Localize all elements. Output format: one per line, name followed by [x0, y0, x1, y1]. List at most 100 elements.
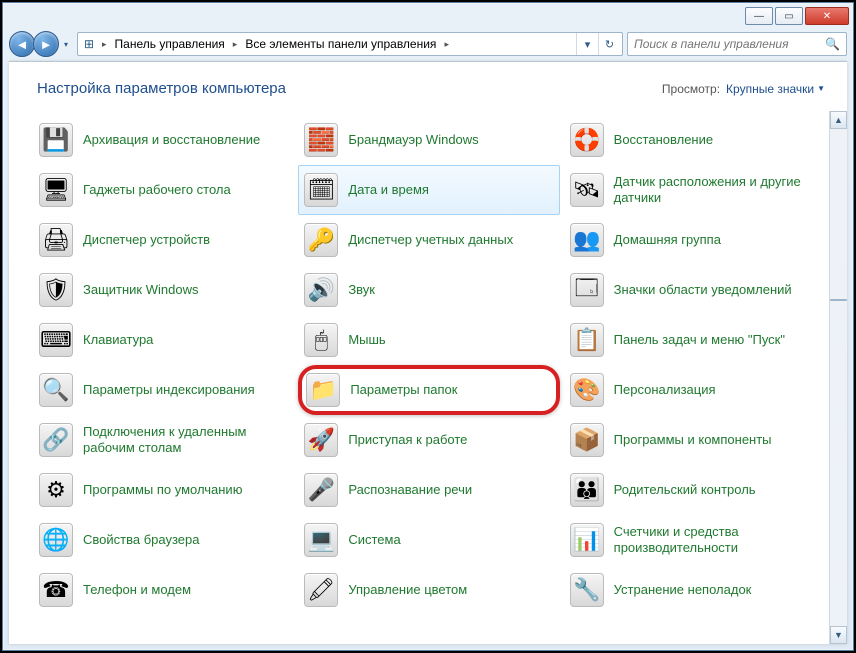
cp-item[interactable]: 🎨Персонализация — [564, 365, 825, 415]
cp-item-icon: 💻 — [304, 523, 338, 557]
back-button[interactable]: ◄ — [9, 31, 35, 57]
address-bar[interactable]: ⊞ ▸ Панель управления ▸ Все элементы пан… — [77, 32, 623, 56]
cp-item[interactable]: 🖱Мышь — [298, 315, 559, 365]
cp-item[interactable]: 🔗 Подключения к удаленным рабочим столам — [33, 415, 294, 465]
cp-item-icon: 🌐 — [39, 523, 73, 557]
search-icon[interactable]: 🔍 — [825, 37, 840, 51]
cp-item[interactable]: 💻 Система — [298, 515, 559, 565]
cp-item-label: Диспетчер устройств — [83, 232, 210, 248]
vertical-scrollbar[interactable]: ▲ ▼ — [829, 111, 847, 644]
cp-item[interactable]: 🗔 Значки области уведомлений — [564, 265, 825, 315]
cp-item-icon: 🗔 — [570, 273, 604, 307]
cp-item[interactable]: 👪Родительский контроль — [564, 465, 825, 515]
cp-item[interactable]: 📁 Параметры папок — [298, 365, 559, 415]
cp-item-label: Программы по умолчанию — [83, 482, 242, 498]
cp-item-icon: 🛰 — [570, 173, 604, 207]
cp-item-label: Значки области уведомлений — [614, 282, 792, 298]
breadcrumb-2[interactable]: Все элементы панели управления — [241, 33, 440, 55]
cp-item[interactable]: 🚀Приступая к работе — [298, 415, 559, 465]
cp-item[interactable]: ☎ Телефон и модем — [33, 565, 294, 615]
cp-item-icon: 🔗 — [39, 423, 73, 457]
chevron-down-icon: ▼ — [817, 84, 825, 93]
scroll-thumb[interactable] — [830, 299, 847, 301]
cp-item[interactable]: 🔍 Параметры индексирования — [33, 365, 294, 415]
cp-item-icon: 🔍 — [39, 373, 73, 407]
view-label: Просмотр: — [662, 82, 720, 96]
titlebar: — ▭ ✕ — [3, 3, 853, 27]
cp-item-icon: ☎ — [39, 573, 73, 607]
cp-item-label: Дата и время — [348, 182, 429, 198]
cp-item-label: Распознавание речи — [348, 482, 472, 498]
cp-item[interactable]: 🖨Диспетчер устройств — [33, 215, 294, 265]
crumb-sep-icon[interactable]: ▸ — [231, 39, 240, 50]
back-forward-group: ◄ ► ▾ — [9, 31, 73, 57]
cp-item-icon: 📁 — [306, 373, 340, 407]
cp-item[interactable]: 🌐 Свойства браузера — [33, 515, 294, 565]
scroll-up-button[interactable]: ▲ — [830, 111, 847, 129]
cp-item-icon: 🔧 — [570, 573, 604, 607]
cp-item[interactable]: 🛟Восстановление — [564, 115, 825, 165]
cp-item-icon: 🧱 — [304, 123, 338, 157]
cp-item-label: Программы и компоненты — [614, 432, 772, 448]
cp-item-label: Клавиатура — [83, 332, 153, 348]
cp-item-icon: 📦 — [570, 423, 604, 457]
cp-item[interactable]: 🔧 Устранение неполадок — [564, 565, 825, 615]
cp-item[interactable]: 🧱Брандмауэр Windows — [298, 115, 559, 165]
cp-item-label: Приступая к работе — [348, 432, 467, 448]
scroll-track[interactable] — [830, 129, 847, 626]
cp-item-label: Система — [348, 532, 400, 548]
cp-item[interactable]: 🎤 Распознавание речи — [298, 465, 559, 515]
cp-item-label: Датчик расположения и другие датчики — [614, 174, 819, 207]
cp-item[interactable]: 📊Счетчики и средства производительности — [564, 515, 825, 565]
cp-item-label: Родительский контроль — [614, 482, 756, 498]
minimize-button[interactable]: — — [745, 7, 773, 25]
cp-item[interactable]: 👥Домашняя группа — [564, 215, 825, 265]
page-title: Настройка параметров компьютера — [37, 80, 662, 97]
cp-item-label: Свойства браузера — [83, 532, 199, 548]
cp-item-icon: 🎨 — [570, 373, 604, 407]
refresh-button[interactable]: ↻ — [598, 33, 620, 55]
content-pane: Настройка параметров компьютера Просмотр… — [9, 61, 847, 644]
cp-item[interactable]: 📋Панель задач и меню "Пуск" — [564, 315, 825, 365]
view-value: Крупные значки — [726, 82, 814, 96]
search-box[interactable]: 🔍 — [627, 32, 847, 56]
view-dropdown[interactable]: Крупные значки ▼ — [726, 82, 825, 96]
address-dropdown[interactable]: ▾ — [576, 33, 598, 55]
crumb-sep-icon[interactable]: ▸ — [100, 39, 109, 50]
forward-button[interactable]: ► — [33, 31, 59, 57]
control-panel-window: — ▭ ✕ ◄ ► ▾ ⊞ ▸ Панель управления ▸ Все … — [2, 2, 854, 651]
cp-item[interactable]: 🛡Защитник Windows — [33, 265, 294, 315]
cp-item-label: Подключения к удаленным рабочим столам — [83, 424, 288, 457]
cp-item[interactable]: 💾Архивация и восстановление — [33, 115, 294, 165]
cp-item[interactable]: 🔊Звук — [298, 265, 559, 315]
cp-item[interactable]: 📦 Программы и компоненты — [564, 415, 825, 465]
cp-item-label: Параметры индексирования — [83, 382, 255, 398]
cp-item[interactable]: 🛰 Датчик расположения и другие датчики — [564, 165, 825, 215]
cp-item-label: Телефон и модем — [83, 582, 191, 598]
maximize-button[interactable]: ▭ — [775, 7, 803, 25]
cp-item-icon: ⌨ — [39, 323, 73, 357]
cp-item[interactable]: 🗓 Дата и время — [298, 165, 559, 215]
cp-item-icon: 🗓 — [304, 173, 338, 207]
cp-item-label: Архивация и восстановление — [83, 132, 260, 148]
search-input[interactable] — [634, 37, 825, 51]
cp-item-icon: 🖥 — [39, 173, 73, 207]
history-dropdown[interactable]: ▾ — [59, 34, 73, 54]
cp-item[interactable]: ⚙Программы по умолчанию — [33, 465, 294, 515]
cp-item-label: Параметры папок — [350, 382, 457, 398]
cp-item-label: Управление цветом — [348, 582, 467, 598]
items-grid: 💾Архивация и восстановление🧱Брандмауэр W… — [9, 111, 829, 644]
crumb-sep-icon[interactable]: ▸ — [442, 39, 451, 50]
cp-item[interactable]: 🔑Диспетчер учетных данных — [298, 215, 559, 265]
cp-item-label: Устранение неполадок — [614, 582, 752, 598]
close-button[interactable]: ✕ — [805, 7, 849, 25]
cp-item-label: Восстановление — [614, 132, 713, 148]
cp-item-label: Гаджеты рабочего стола — [83, 182, 231, 198]
cp-item-label: Диспетчер учетных данных — [348, 232, 513, 248]
cp-item[interactable]: 🖍Управление цветом — [298, 565, 559, 615]
cp-item[interactable]: 🖥 Гаджеты рабочего стола — [33, 165, 294, 215]
breadcrumb-1[interactable]: Панель управления — [111, 33, 229, 55]
scroll-down-button[interactable]: ▼ — [830, 626, 847, 644]
cp-item[interactable]: ⌨ Клавиатура — [33, 315, 294, 365]
cp-item-icon: 🎤 — [304, 473, 338, 507]
